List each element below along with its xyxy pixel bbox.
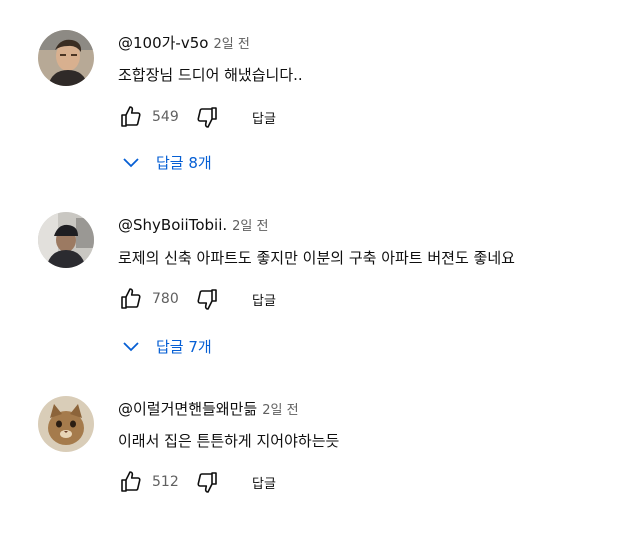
view-replies-button[interactable]: 답글 7개 [122, 336, 212, 357]
dislike-button[interactable] [194, 469, 220, 495]
comment-meta: @100가-v5o 2일 전 [118, 32, 250, 53]
comment-timestamp[interactable]: 2일 전 [213, 37, 249, 52]
reply-button[interactable]: 답글 [252, 473, 276, 492]
like-count: 512 [152, 474, 179, 490]
thumbs-down-icon [197, 472, 217, 493]
cat-photo-avatar-icon [38, 396, 94, 452]
replies-count-label: 답글 8개 [156, 154, 212, 172]
thumbs-down-icon [197, 289, 217, 310]
like-button[interactable] [118, 104, 144, 130]
person-photo-avatar-icon [38, 212, 94, 268]
chevron-down-icon [122, 341, 140, 353]
comment-timestamp[interactable]: 2일 전 [232, 219, 268, 234]
comment-text: 이래서 집은 튼튼하게 지어야하는듯 [118, 432, 340, 450]
thumbs-up-icon [121, 288, 141, 309]
person-photo-avatar-icon [38, 30, 94, 86]
comment-actions: 512 답글 [118, 469, 276, 495]
avatar[interactable] [38, 30, 94, 86]
avatar[interactable] [38, 212, 94, 268]
comment-text: 조합장님 드디어 해냈습니다.. [118, 66, 303, 84]
comment-actions: 549 답글 [118, 104, 276, 130]
like-button[interactable] [118, 469, 144, 495]
comment-meta: @이럴거면핸들왜만듦 2일 전 [118, 398, 299, 419]
reply-button[interactable]: 답글 [252, 108, 276, 127]
comment-author-handle[interactable]: @100가-v5o [118, 34, 208, 52]
comment-author-handle[interactable]: @이럴거면핸들왜만듦 [118, 400, 257, 418]
replies-count-label: 답글 7개 [156, 338, 212, 356]
comment-author-handle[interactable]: @ShyBoiiTobii. [118, 216, 227, 234]
comment-text: 로제의 신축 아파트도 좋지만 이분의 구축 아파트 버젼도 좋네요 [118, 249, 515, 267]
like-count: 780 [152, 291, 179, 307]
comment-meta: @ShyBoiiTobii. 2일 전 [118, 215, 268, 234]
avatar[interactable] [38, 396, 94, 452]
dislike-button[interactable] [194, 286, 220, 312]
thumbs-down-icon [197, 107, 217, 128]
comment-actions: 780 답글 [118, 286, 276, 312]
chevron-down-icon [122, 157, 140, 169]
dislike-button[interactable] [194, 104, 220, 130]
comment-timestamp[interactable]: 2일 전 [262, 403, 298, 418]
reply-button[interactable]: 답글 [252, 290, 276, 309]
thumbs-up-icon [121, 471, 141, 492]
like-count: 549 [152, 109, 179, 125]
thumbs-up-icon [121, 106, 141, 127]
view-replies-button[interactable]: 답글 8개 [122, 152, 212, 173]
like-button[interactable] [118, 286, 144, 312]
